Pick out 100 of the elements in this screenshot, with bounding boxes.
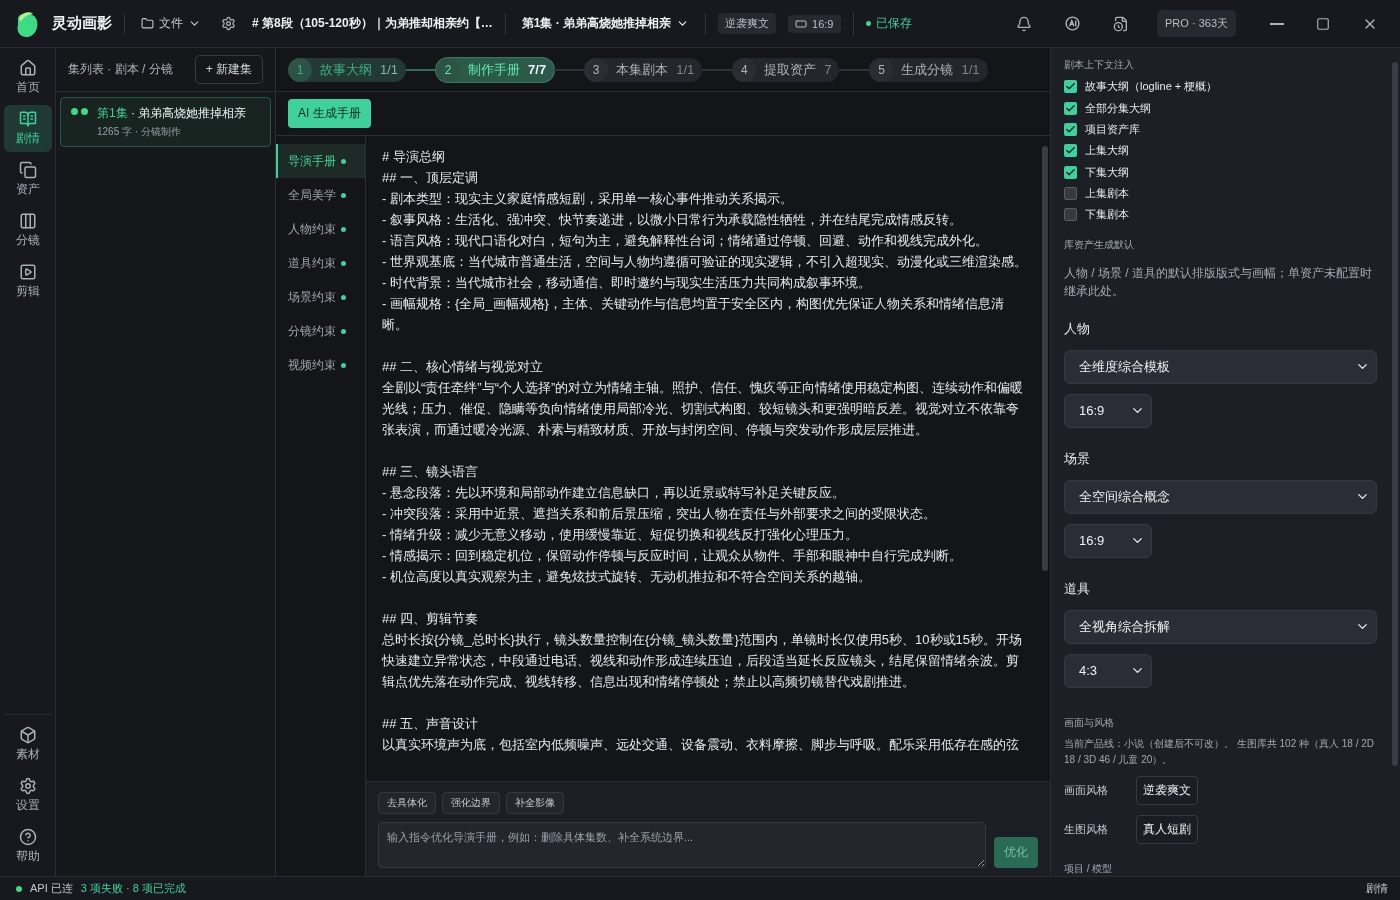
group-label: 人物 xyxy=(1064,319,1091,338)
document-line: - 情感揭示：回到稳定机位，保留动作停顿与反应时间，让观众从物件、手部和眼神中自行完成判断。 xyxy=(382,547,963,565)
checkbox[interactable] xyxy=(1064,187,1077,201)
context-option[interactable]: 下集大纲 xyxy=(1064,161,1377,183)
plan-badge: PRO · 363天 xyxy=(1157,10,1236,37)
new-episode-button[interactable]: + 新建集 xyxy=(194,55,263,84)
task-status: 3 项失败 · 8 项已完成 xyxy=(80,881,186,896)
style-value[interactable]: 逆袭爽文 xyxy=(1136,776,1198,805)
box-icon xyxy=(18,726,37,744)
checkbox[interactable] xyxy=(1064,122,1077,136)
episode-title: 第1集 · 弟弟高烧她推掉相亲 xyxy=(97,105,247,122)
nav-item[interactable]: 设置 xyxy=(3,772,52,819)
episode-list-title: 集列表 · 剧本 / 分镜 xyxy=(68,61,173,78)
document-heading: ## 五、声音设计 xyxy=(382,715,480,733)
document-heading: # 导演总纲 xyxy=(382,148,446,166)
template-select[interactable]: 全视角综合拆解 xyxy=(1064,609,1377,644)
style-label: 生图风格 xyxy=(1064,822,1109,837)
step-tab[interactable]: 5 生成分镜 1/1 xyxy=(869,57,988,82)
manual-tab[interactable]: 全局美学 xyxy=(276,178,365,212)
section-description: 人物 / 场景 / 道具的默认排版版式与画幅；单资产未配置时继承此处。 xyxy=(1064,264,1373,300)
context-option[interactable]: 上集剧本 xyxy=(1064,182,1377,205)
group-label: 场景 xyxy=(1064,449,1091,468)
checkbox[interactable] xyxy=(1064,101,1077,115)
nav-item[interactable]: 资产 xyxy=(3,156,52,203)
document-heading: ## 四、剪辑节奏 xyxy=(382,610,480,628)
manual-tab[interactable]: 导演手册 xyxy=(276,144,365,178)
context-option[interactable]: 上集大纲 xyxy=(1064,140,1377,162)
step-tab[interactable]: 1 故事大纲 1/1 xyxy=(288,57,407,82)
template-select[interactable]: 全空间综合概念 xyxy=(1064,479,1377,514)
nav-item[interactable]: 首页 xyxy=(3,54,52,101)
book-icon xyxy=(18,110,37,128)
episode-item[interactable]: 第1集 · 弟弟高烧她推掉相亲 1265 字 · 分镜制作 xyxy=(60,97,271,147)
style-note: 当前产品线：小说（创建后不可改）。 生图库共 102 种（真人 18 / 2D 18 / 3D 46 / 儿童 20）。 xyxy=(1064,737,1376,767)
context-option[interactable]: 故事大纲（logline + 梗概） xyxy=(1064,76,1377,98)
ratio-select[interactable]: 4:3 xyxy=(1064,653,1152,688)
manual-tab[interactable]: 视频约束 xyxy=(276,348,365,382)
checkbox[interactable] xyxy=(1064,208,1077,222)
play-square-icon xyxy=(18,263,37,281)
document-line: - 时代背景：当代城市社会，移动通信、即时邀约与现实生活压力共同构成叙事环境。 xyxy=(382,274,872,292)
segment-title: # 第8段（105-120秒）｜为弟推却相亲约【… xyxy=(252,15,493,32)
document-heading: ## 一、顶层定调 xyxy=(382,169,480,187)
section-title: 画面与风格 xyxy=(1064,716,1115,730)
nav-item[interactable]: 剧情 xyxy=(3,105,52,152)
view-label: 剧情 xyxy=(1366,881,1388,896)
ratio-chip: 16:9 xyxy=(788,14,841,33)
episode-meta: 1265 字 · 分镜制作 xyxy=(97,125,182,139)
document-line: - 冲突段落：采用中近景、遮挡关系和前后景压缩，突出人物在责任与外部要求之间的受限状态。 xyxy=(382,505,937,523)
nav-item[interactable]: 素材 xyxy=(3,721,52,768)
save-status: 已保存 xyxy=(865,15,912,32)
document-heading: ## 二、核心情绪与视觉对立 xyxy=(382,358,545,376)
style-chip: 逆袭爽文 xyxy=(718,13,777,34)
checkbox[interactable] xyxy=(1064,80,1077,94)
help-icon xyxy=(18,828,37,846)
columns-icon xyxy=(18,212,37,230)
document-line: - 情绪升级：减少无意义移动，使用缓慢靠近、短促切换和视线反打强化心理压力。 xyxy=(382,526,859,544)
section-title: 剧本上下文注入 xyxy=(1064,58,1135,72)
document-line: 总时长按{分镜_总时长}执行，镜头数量控制在{分镜_镜头数量}范围内，单镜时长仅使用5秒、10秒或15秒。开场快速建立异常状态，中段通过电话、视线和动作形成连续压迫，后段适当延长反应镜头，结尾保留情绪余波。剪辑点优先落在动作完成、视线转移、信息出现和情绪停顿处；禁止以高频切镜替代戏剧推进。 xyxy=(382,631,1023,691)
quick-chip[interactable]: 补全影像 xyxy=(506,792,564,814)
nav-item[interactable]: 剪辑 xyxy=(3,258,52,305)
group-label: 道具 xyxy=(1064,579,1091,598)
section-title: 项目 / 模型 xyxy=(1064,862,1114,876)
manual-tab[interactable]: 分镜约束 xyxy=(276,314,365,348)
checkbox[interactable] xyxy=(1064,165,1077,179)
step-tab[interactable]: 4 提取资产 7 xyxy=(732,57,840,82)
document-line: - 机位高度以真实观察为主，避免炫技式旋转、无动机推拉和不符合空间关系的越轴。 xyxy=(382,568,872,586)
ratio-select[interactable]: 16:9 xyxy=(1064,523,1152,558)
scrollbar-thumb[interactable] xyxy=(1392,62,1398,766)
step-tab[interactable]: 3 本集剧本 1/1 xyxy=(584,57,703,82)
api-status: API 已连 xyxy=(30,881,73,896)
context-option[interactable]: 全部分集大纲 xyxy=(1064,97,1377,119)
template-select[interactable]: 全维度综合模板 xyxy=(1064,349,1377,384)
manual-tab[interactable]: 人物约束 xyxy=(276,212,365,246)
step-tab[interactable]: 2 制作手册 7/7 xyxy=(436,57,555,82)
episode-select[interactable]: 第1集 · 弟弟高烧她推掉相亲 xyxy=(517,13,694,34)
document-line: - 画幅规格：{全局_画幅规格}，主体、关键动作与信息均置于安全区内，构图优先保证人物关系和情绪信息清晰。 xyxy=(382,295,1005,334)
style-value[interactable]: 真人短剧 xyxy=(1136,815,1198,844)
quick-chip[interactable]: 去具体化 xyxy=(378,792,436,814)
manual-tab[interactable]: 场景约束 xyxy=(276,280,365,314)
scrollbar-thumb[interactable] xyxy=(1042,146,1048,571)
context-option[interactable]: 项目资产库 xyxy=(1064,118,1377,141)
settings-icon xyxy=(18,777,37,795)
document-line: - 世界观基底：当代城市普通生活，空间与人物均遵循可验证的现实逻辑，不引入超现实、动漫化或三维渲染感。 xyxy=(382,253,1028,271)
document-line: - 悬念段落：先以环境和局部动作建立信息缺口，再以近景或特写补足关键反应。 xyxy=(382,484,846,502)
checkbox[interactable] xyxy=(1064,144,1077,158)
quick-chip[interactable]: 强化边界 xyxy=(442,792,500,814)
file-menu[interactable]: 文件 xyxy=(137,13,205,34)
nav-item[interactable]: 帮助 xyxy=(3,823,52,870)
document-line: 以真实环境声为底，包括室内低频噪声、远处交通、设备震动、衣料摩擦、脚步与呼吸。配乐采用低存在感的弦 xyxy=(382,736,1020,754)
settings-icon xyxy=(221,16,236,31)
context-option[interactable]: 下集剧本 xyxy=(1064,204,1377,226)
style-label: 画面风格 xyxy=(1064,783,1109,798)
copy-icon xyxy=(18,161,37,179)
nav-item[interactable]: 分镜 xyxy=(3,207,52,254)
rectangle-icon xyxy=(795,17,808,30)
generate-button[interactable]: AI 生成手册 xyxy=(288,99,371,128)
manual-tab[interactable]: 道具约束 xyxy=(276,246,365,280)
maximize-icon xyxy=(1316,16,1330,31)
ratio-select[interactable]: 16:9 xyxy=(1064,393,1152,428)
minimize-icon xyxy=(1270,22,1284,25)
home-icon xyxy=(18,59,37,77)
